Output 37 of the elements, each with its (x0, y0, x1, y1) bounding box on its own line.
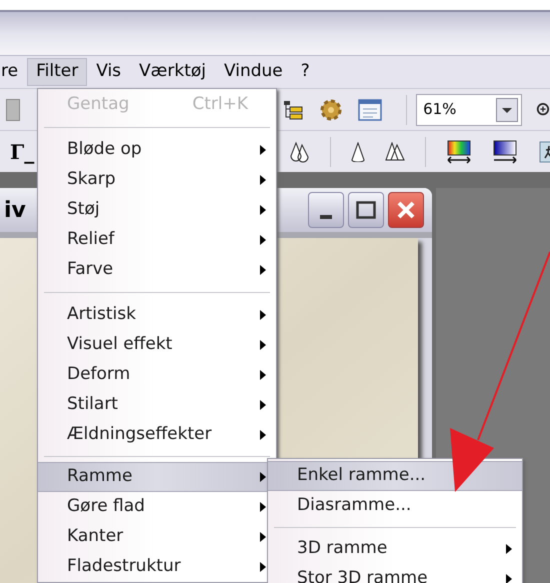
folders-icon[interactable] (282, 98, 304, 120)
menu-item[interactable]: Bløde op (38, 135, 276, 165)
menu-bar-item[interactable]: Vindue (214, 58, 292, 86)
maximize-icon (356, 201, 376, 219)
document-title: iv (4, 196, 26, 224)
window-icon[interactable] (358, 98, 382, 120)
menu-bar-item[interactable]: ? (292, 58, 319, 86)
menu-bar-item[interactable]: Værktøj (130, 58, 215, 86)
maximize-button[interactable] (348, 192, 384, 228)
close-button[interactable] (388, 192, 424, 228)
menu-bar-item[interactable]: Filter (27, 58, 88, 86)
gear-icon[interactable] (318, 96, 344, 122)
zoom-dropdown[interactable]: 61% (416, 94, 522, 126)
menu-item[interactable]: Støj (38, 195, 276, 225)
menu-item[interactable]: 3D ramme (268, 534, 522, 564)
menu-item[interactable]: Visuel effekt (38, 330, 276, 360)
spectrum-icon[interactable] (446, 140, 472, 164)
tool-label[interactable]: Γ_ (10, 136, 34, 166)
menu-item[interactable]: Ældningseffekter (38, 420, 276, 450)
menu-item[interactable]: Artistisk (38, 300, 276, 330)
cones-icon[interactable] (385, 142, 406, 162)
menu-bar-item[interactable]: Vis (87, 58, 130, 86)
menu-item[interactable]: Diasramme... (268, 491, 522, 521)
close-icon (396, 200, 416, 220)
menu-item[interactable]: Stilart (38, 390, 276, 420)
minimize-icon (320, 215, 332, 219)
cone-icon[interactable] (351, 142, 366, 162)
gradient-icon[interactable] (492, 140, 518, 164)
minimize-button[interactable] (308, 192, 344, 228)
menu-item[interactable]: Farve (38, 255, 276, 285)
menu-bar-item[interactable]: re (0, 58, 28, 86)
drops-icon[interactable] (290, 140, 310, 162)
menu-item[interactable]: Deform (38, 360, 276, 390)
toolbar-button[interactable] (6, 98, 20, 120)
menu-item[interactable]: Enkel ramme... (268, 461, 522, 491)
menu-item[interactable]: Relief (38, 225, 276, 255)
menu-item[interactable]: Skarp (38, 165, 276, 195)
